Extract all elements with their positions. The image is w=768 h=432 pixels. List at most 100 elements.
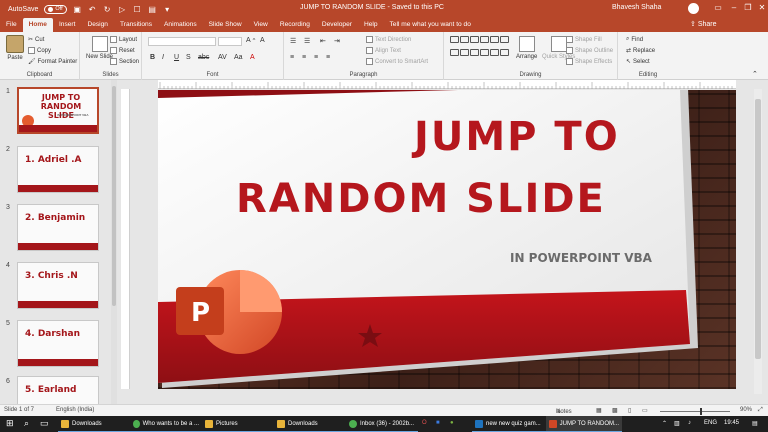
align-right-icon[interactable]: ≡ xyxy=(314,54,318,61)
shape-icon[interactable] xyxy=(480,48,489,56)
tab-design[interactable]: Design xyxy=(81,18,114,32)
share-button[interactable]: ⇪ Share xyxy=(690,19,717,31)
thumbnail-slide-3[interactable]: 2. Benjamin xyxy=(17,204,99,251)
language-indicator[interactable]: English (India) xyxy=(56,407,94,413)
app-icon[interactable]: ● xyxy=(450,420,454,426)
tab-slide-show[interactable]: Slide Show xyxy=(203,18,248,32)
scrollbar-thumb[interactable] xyxy=(755,99,761,359)
slide-show-icon[interactable]: ▭ xyxy=(642,407,648,414)
zoom-slider-knob[interactable] xyxy=(700,408,702,415)
taskbar-item-chrome[interactable]: Who wants to be a ... xyxy=(130,416,202,432)
taskbar-item-inbox[interactable]: Inbox (36) - 2002b... xyxy=(346,416,418,432)
shape-effects-button[interactable]: Shape Effects xyxy=(566,58,612,65)
tab-home[interactable]: Home xyxy=(22,18,53,32)
copy-button[interactable]: Copy xyxy=(28,47,51,54)
text-direction-button[interactable]: Text Direction xyxy=(366,36,411,43)
customize-qat-icon[interactable]: ▾ xyxy=(163,5,172,14)
notifications-icon[interactable]: ▤ xyxy=(752,420,758,427)
grow-font-icon[interactable]: A ^ xyxy=(246,37,255,44)
shape-icon[interactable] xyxy=(470,48,479,56)
reset-button[interactable]: Reset xyxy=(110,47,135,54)
tell-me-search[interactable]: Tell me what you want to do xyxy=(384,18,477,32)
align-left-icon[interactable]: ≡ xyxy=(290,54,294,61)
italic-icon[interactable]: I xyxy=(162,54,164,61)
font-size-select[interactable] xyxy=(218,37,242,46)
shape-outline-button[interactable]: Shape Outline xyxy=(566,47,613,54)
taskbar-item-powerpoint[interactable]: JUMP TO RANDOM... xyxy=(546,416,622,432)
bold-icon[interactable]: B xyxy=(150,54,155,61)
tab-view[interactable]: View xyxy=(248,18,274,32)
save-icon[interactable]: ▣ xyxy=(73,5,82,14)
autosave-toggle[interactable]: Off xyxy=(44,4,67,14)
task-view-icon[interactable]: ▭ xyxy=(40,418,49,429)
change-case-icon[interactable]: Aa xyxy=(234,54,243,61)
shape-icon[interactable] xyxy=(460,48,469,56)
tab-animations[interactable]: Animations xyxy=(158,18,203,32)
undo-icon[interactable]: ↶ xyxy=(88,5,97,14)
tab-help[interactable]: Help xyxy=(358,18,384,32)
redo-icon[interactable]: ↻ xyxy=(103,5,112,14)
photoshop-icon[interactable]: ■ xyxy=(436,420,440,426)
slide-sorter-icon[interactable]: ▩ xyxy=(612,407,618,414)
justify-icon[interactable]: ≡ xyxy=(326,54,330,61)
shape-icon[interactable] xyxy=(500,36,509,43)
thumbnail-slide-2[interactable]: 1. Adriel .A xyxy=(17,146,99,193)
decrease-indent-icon[interactable]: ⇤ xyxy=(320,37,326,45)
language-indicator[interactable]: ENG xyxy=(704,420,717,426)
network-icon[interactable]: ▥ xyxy=(674,420,680,427)
touch-mode-icon[interactable]: ☐ xyxy=(133,5,142,14)
shape-icon[interactable] xyxy=(450,48,459,56)
shadow-icon[interactable]: S xyxy=(186,54,191,61)
tab-recording[interactable]: Recording xyxy=(274,18,316,32)
tray-chevron-icon[interactable]: ⌃ xyxy=(662,420,667,427)
current-slide[interactable]: JUMP TO RANDOM SLIDE IN POWERPOINT VBA P xyxy=(158,90,736,389)
align-center-icon[interactable]: ≡ xyxy=(302,54,306,61)
paste-button[interactable]: Paste xyxy=(6,35,24,61)
shape-icon[interactable] xyxy=(470,36,479,43)
fit-to-window-icon[interactable]: ⤢ xyxy=(758,407,763,414)
clock[interactable]: 19:45 xyxy=(724,420,739,426)
taskbar-item-downloads[interactable]: Downloads xyxy=(58,416,130,432)
volume-icon[interactable]: ♪ xyxy=(688,420,691,426)
shape-icon[interactable] xyxy=(490,48,499,56)
zoom-level[interactable]: 90% xyxy=(740,407,752,413)
slide-scrollbar[interactable] xyxy=(754,89,762,394)
clear-formatting-icon[interactable]: A xyxy=(260,37,265,44)
underline-icon[interactable]: U xyxy=(174,54,179,61)
collapse-ribbon-icon[interactable]: ⌃ xyxy=(752,70,758,78)
user-name[interactable]: Bhavesh Shaha xyxy=(612,4,661,11)
replace-button[interactable]: ⇄ Replace xyxy=(626,47,655,55)
numbering-icon[interactable]: ☰ xyxy=(304,37,310,45)
cut-button[interactable]: ✂ Cut xyxy=(28,36,44,44)
section-button[interactable]: Section xyxy=(110,58,139,65)
shape-icon[interactable] xyxy=(490,36,499,43)
layout-button[interactable]: Layout xyxy=(110,36,137,43)
start-from-beginning-icon[interactable]: ▷ xyxy=(118,5,127,14)
ribbon-display-options-icon[interactable]: ▭ xyxy=(712,2,724,14)
find-button[interactable]: ⌕ Find xyxy=(626,36,643,43)
shape-icon[interactable] xyxy=(450,36,459,43)
select-button[interactable]: ↖ Select xyxy=(626,58,650,66)
print-preview-icon[interactable]: ▤ xyxy=(148,5,157,14)
convert-smartart-button[interactable]: Convert to SmartArt xyxy=(366,58,428,65)
minimize-icon[interactable]: – xyxy=(728,2,740,14)
thumbnail-slide-5[interactable]: 4. Darshan xyxy=(17,320,99,367)
shape-icon[interactable] xyxy=(500,48,509,56)
format-painter-button[interactable]: 🖌 Format Painter xyxy=(28,58,77,66)
shape-icon[interactable] xyxy=(460,36,469,43)
thumbnail-slide-6[interactable]: 5. Earland xyxy=(17,376,99,404)
tab-file[interactable]: File xyxy=(0,18,23,32)
tab-developer[interactable]: Developer xyxy=(316,18,358,32)
scrollbar-thumb[interactable] xyxy=(112,86,116,306)
thumbnails-scrollbar[interactable] xyxy=(111,80,117,404)
normal-view-icon[interactable]: ▦ xyxy=(596,407,602,414)
search-icon[interactable]: ⌕ xyxy=(24,418,29,429)
shapes-gallery[interactable] xyxy=(450,36,510,60)
reading-view-icon[interactable]: ▯ xyxy=(628,407,631,414)
restore-icon[interactable]: ❐ xyxy=(742,2,754,14)
thumbnail-slide-1[interactable]: JUMP TO RANDOM SLIDE IN POWERPOINT VBA xyxy=(17,87,99,134)
new-slide-button[interactable]: New Slide xyxy=(86,36,113,60)
thumbnail-slide-4[interactable]: 3. Chris .N xyxy=(17,262,99,309)
taskbar-item-pictures[interactable]: Pictures xyxy=(202,416,274,432)
taskbar-item-downloads-2[interactable]: Downloads xyxy=(274,416,346,432)
